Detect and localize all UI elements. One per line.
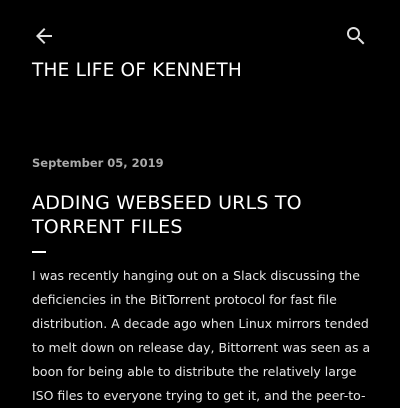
search-button[interactable]: [340, 20, 372, 52]
post-body: I was recently hanging out on a Slack di…: [32, 268, 371, 403]
blog-title-link[interactable]: THE LIFE OF KENNETH: [32, 60, 242, 81]
back-button[interactable]: [28, 20, 60, 52]
title-divider: [32, 251, 46, 253]
arrow-left-icon: [36, 28, 52, 44]
search-icon: [347, 27, 365, 45]
post: September 05, 2019 ADDING WEBSEED URLS T…: [32, 155, 372, 408]
post-title[interactable]: ADDING WEBSEED URLS TO TORRENT FILES: [32, 191, 352, 239]
post-date[interactable]: September 05, 2019: [32, 155, 372, 171]
